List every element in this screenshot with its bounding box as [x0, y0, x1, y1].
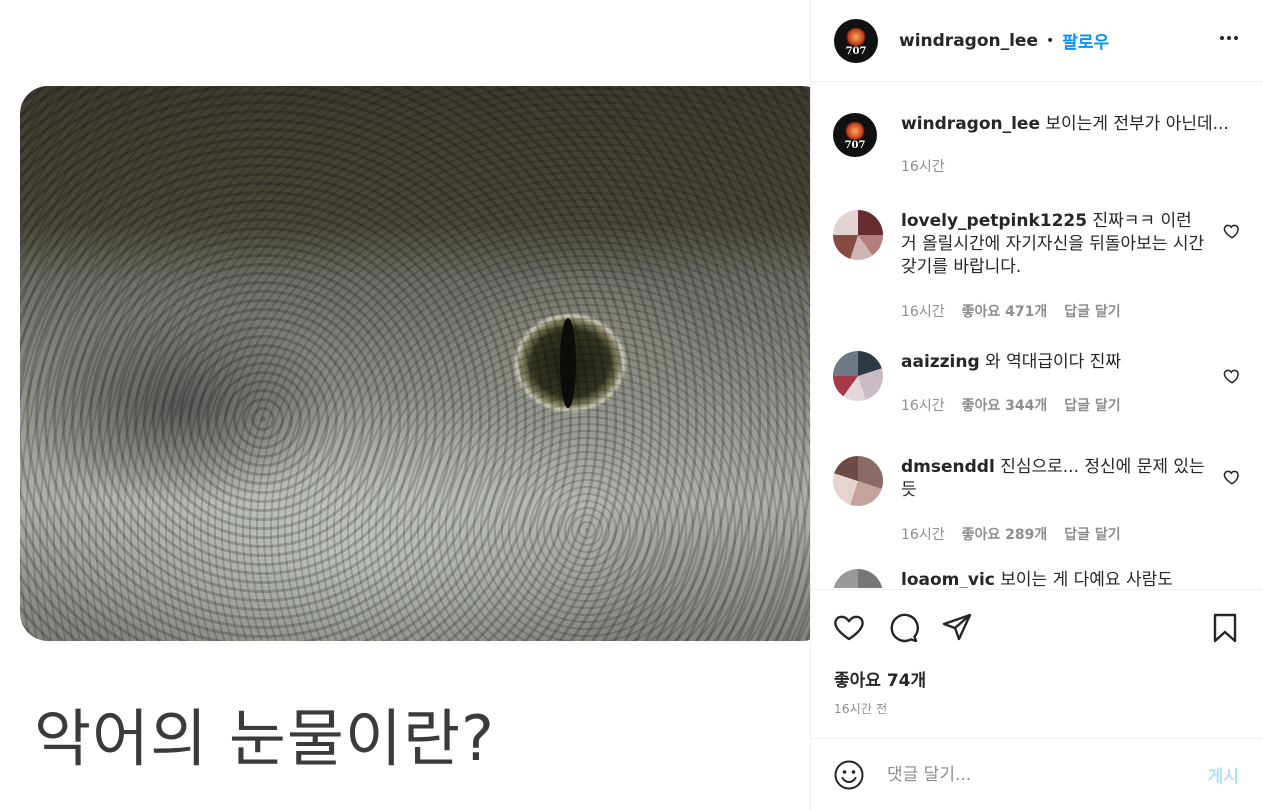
like-heart-icon[interactable] [833, 612, 865, 644]
comment-input[interactable] [887, 764, 1208, 785]
comment-text: 보이는 게 다예요 사람도 [1000, 570, 1173, 588]
post-side-panel: 707 windragon_lee • 팔로우 707 windragon_le… [810, 0, 1263, 810]
comment-item: aaizzing 와 역대급이다 진짜 16시간 좋아요 344개 답글 달기 [833, 351, 1241, 415]
comments-list[interactable]: 707 windragon_lee 보이는게 전부가 아닌데... 16시간 l… [811, 83, 1263, 588]
comment-likes[interactable]: 좋아요 344개 [962, 395, 1048, 415]
caption-comment: 707 windragon_lee 보이는게 전부가 아닌데... 16시간 [833, 113, 1241, 176]
like-count[interactable]: 좋아요 74개 [834, 666, 926, 691]
caption-time: 16시간 [901, 159, 945, 175]
comment-time: 16시간 [901, 398, 945, 414]
author-avatar[interactable]: 707 [834, 18, 878, 63]
share-icon[interactable] [941, 612, 973, 644]
more-icon [1220, 35, 1238, 40]
comment-time: 16시간 [901, 304, 945, 320]
bookmark-icon[interactable] [1209, 612, 1241, 644]
comment-item: lovely_petpink1225 진짜ㅋㅋ 이런 거 올릴시간에 자기자신을… [833, 210, 1241, 321]
comment-likes[interactable]: 좋아요 289개 [962, 524, 1048, 544]
post-comment-button[interactable]: 게시 [1208, 762, 1239, 787]
follow-button[interactable]: 팔로우 [1062, 28, 1109, 53]
caption-text: 보이는게 전부가 아닌데... [1045, 114, 1229, 134]
author-username[interactable]: windragon_lee [899, 31, 1038, 51]
photo-texture [20, 86, 810, 641]
reply-button[interactable]: 답글 달기 [1064, 524, 1120, 544]
comment-item: dmsenddl 진심으로... 정신에 문제 있는듯 16시간 좋아요 289… [833, 456, 1241, 544]
commenter-avatar[interactable] [833, 456, 883, 506]
avatar-logo-mark [845, 27, 867, 46]
caption-body: windragon_lee 보이는게 전부가 아닌데... [901, 113, 1241, 136]
comment-likes[interactable]: 좋아요 471개 [962, 301, 1048, 321]
comment-username[interactable]: lovely_petpink1225 [901, 211, 1087, 231]
more-options-icon[interactable] [1217, 26, 1241, 56]
commenter-avatar[interactable] [833, 351, 883, 401]
comment-meta: 16시간 좋아요 471개 답글 달기 [901, 301, 1241, 321]
post-header: 707 windragon_lee • 팔로우 [811, 0, 1263, 82]
avatar-logo-mark [844, 122, 866, 140]
comment-icon[interactable] [887, 612, 919, 644]
photo-pupil [560, 318, 576, 408]
media-caption-text: 악어의 눈물이란? [34, 702, 495, 775]
caption-username[interactable]: windragon_lee [901, 114, 1040, 134]
comment-like-heart-icon[interactable] [1223, 468, 1241, 486]
comment-time: 16시간 [901, 527, 945, 543]
comment-meta: 16시간 좋아요 344개 답글 달기 [901, 395, 1241, 415]
comment-username[interactable]: dmsenddl [901, 457, 995, 477]
post-actions: 좋아요 74개 16시간 전 [811, 589, 1263, 739]
comment-like-heart-icon[interactable] [1223, 222, 1241, 240]
comment-username[interactable]: aaizzing [901, 352, 980, 372]
reply-button[interactable]: 답글 달기 [1064, 395, 1120, 415]
header-separator: • [1046, 32, 1055, 49]
caption-avatar[interactable]: 707 [833, 113, 877, 157]
caption-meta: 16시간 [901, 156, 1241, 176]
post-timestamp: 16시간 전 [834, 702, 888, 716]
avatar-logo-text: 707 [845, 45, 867, 57]
emoji-icon[interactable] [833, 759, 865, 791]
commenter-avatar[interactable] [833, 210, 883, 260]
commenter-avatar[interactable] [833, 569, 883, 588]
comment-text: 와 역대급이다 진짜 [985, 352, 1122, 372]
comment-body: aaizzing 와 역대급이다 진짜 [901, 351, 1211, 374]
action-bar [833, 612, 1241, 644]
reply-button[interactable]: 답글 달기 [1064, 301, 1120, 321]
comment-item: loaom_vic 보이는 게 다예요 사람도 [833, 569, 1241, 588]
comment-body: lovely_petpink1225 진짜ㅋㅋ 이런 거 올릴시간에 자기자신을… [901, 210, 1211, 279]
post-viewer: 악어의 눈물이란? 707 windragon_lee • 팔로우 707 wi… [0, 0, 1263, 810]
comment-meta: 16시간 좋아요 289개 답글 달기 [901, 524, 1241, 544]
crocodile-eye-photo [20, 86, 810, 641]
comment-body: dmsenddl 진심으로... 정신에 문제 있는듯 [901, 456, 1211, 502]
post-media[interactable]: 악어의 눈물이란? [0, 0, 810, 810]
comment-username[interactable]: loaom_vic [901, 570, 995, 588]
avatar-logo-text: 707 [844, 140, 866, 151]
add-comment-bar: 게시 [811, 738, 1263, 810]
comment-like-heart-icon[interactable] [1223, 367, 1241, 385]
comment-body: loaom_vic 보이는 게 다예요 사람도 [901, 569, 1211, 588]
